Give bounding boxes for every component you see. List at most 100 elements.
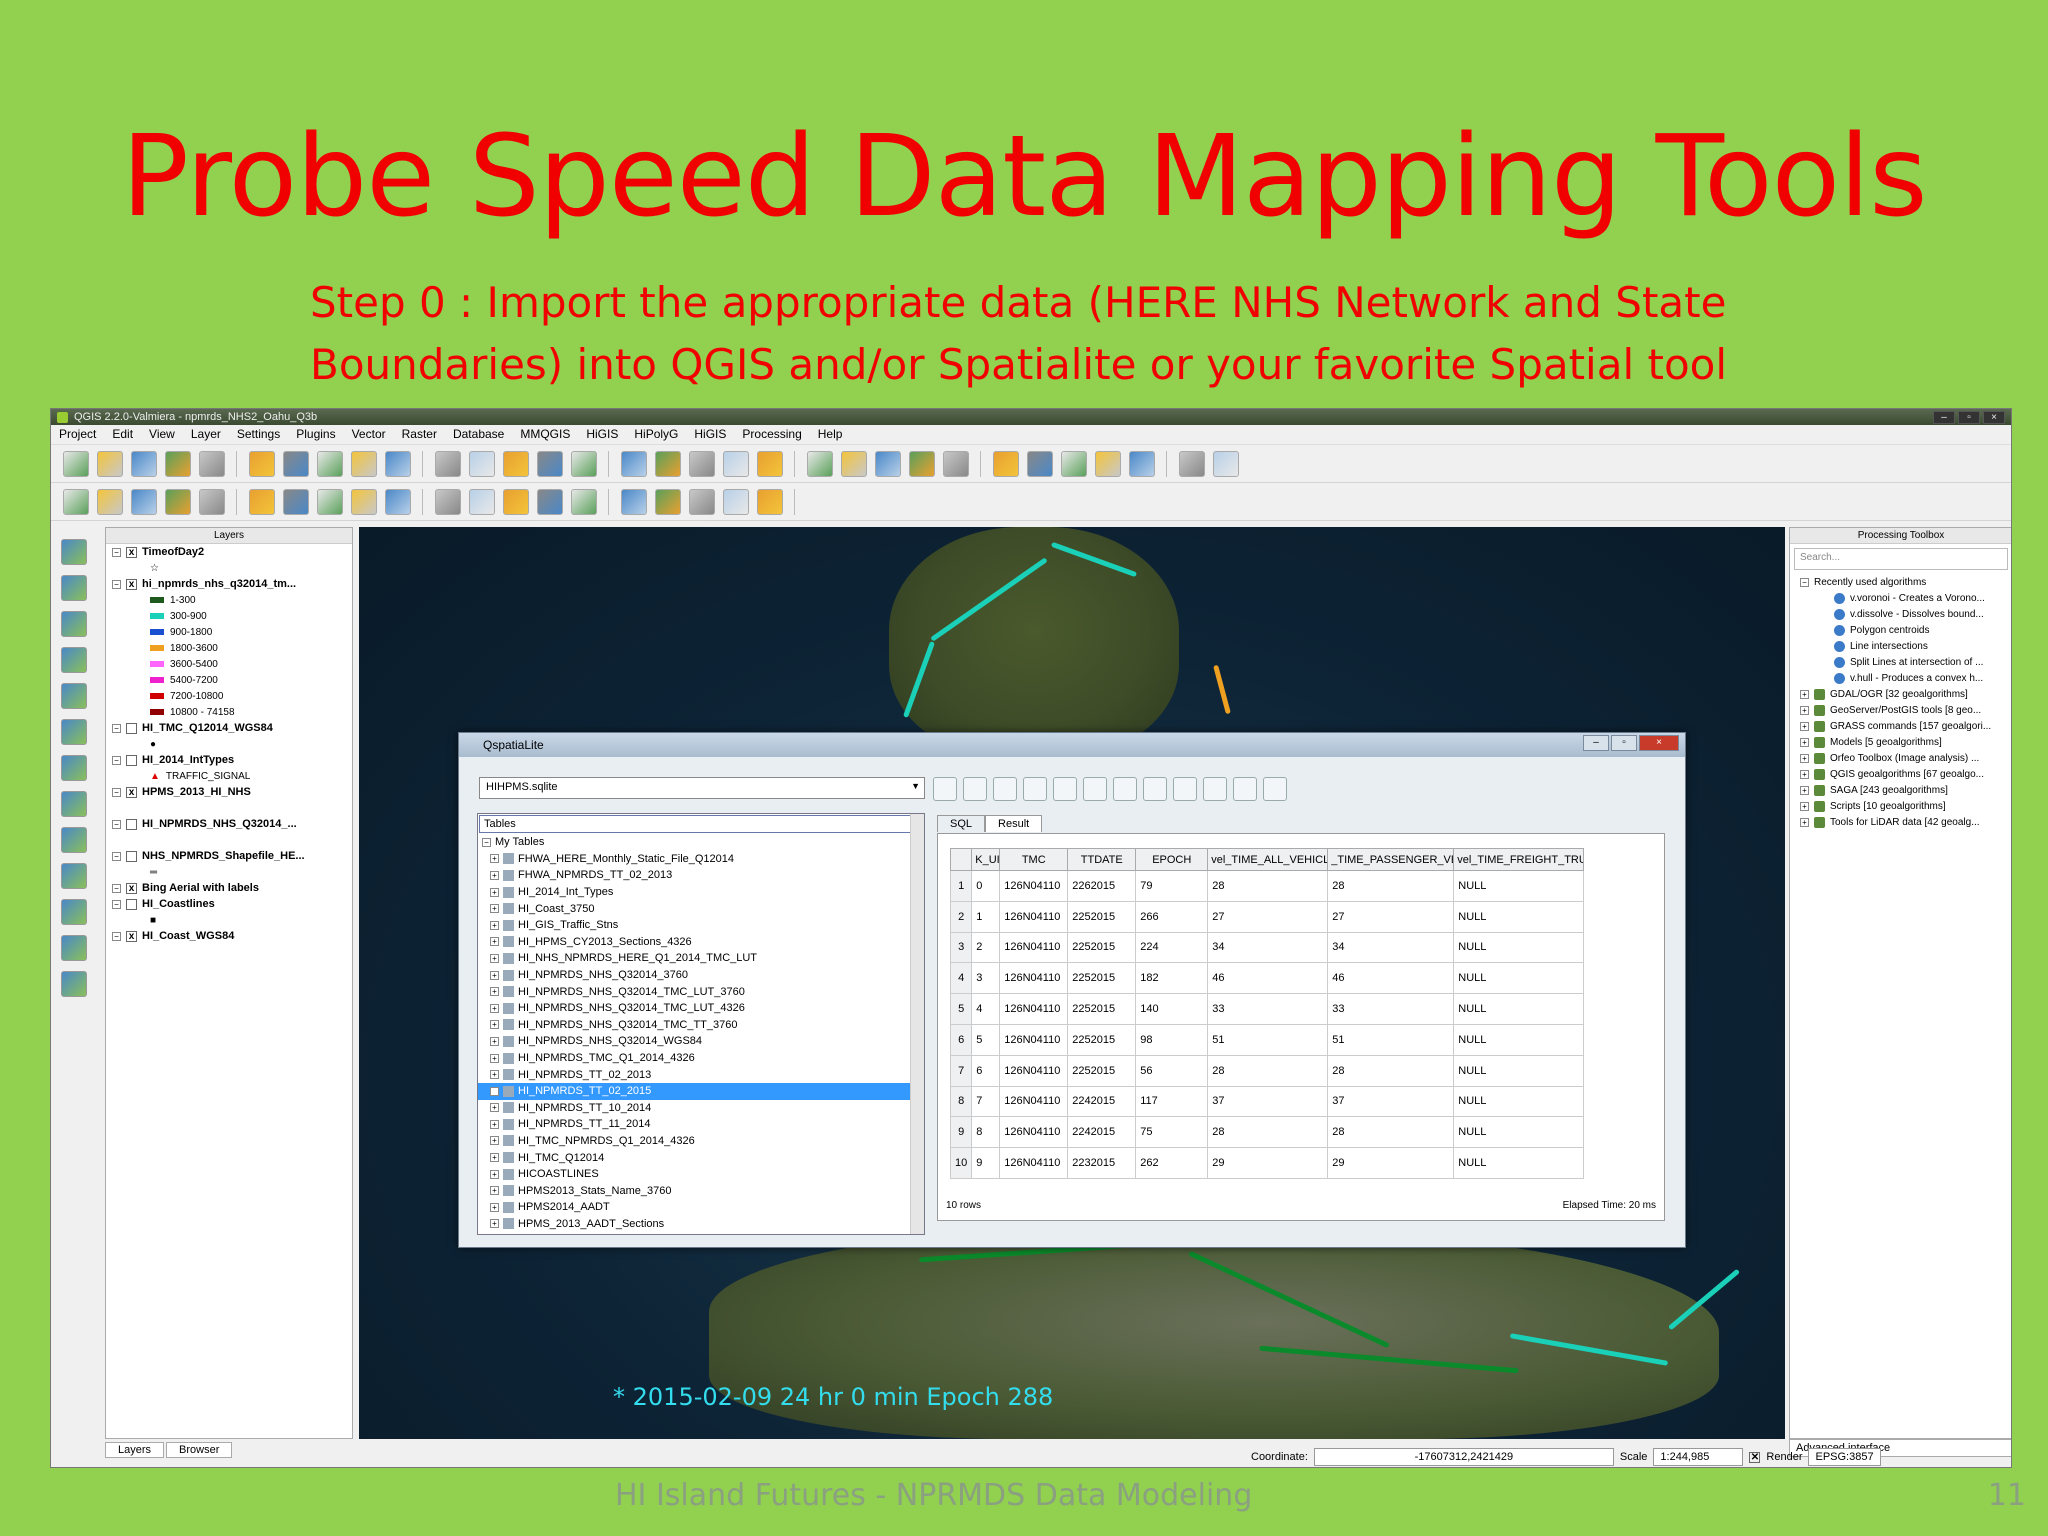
add-layer-icon[interactable] [61, 791, 87, 817]
tool-icon[interactable] [385, 450, 411, 477]
close-button[interactable]: × [1983, 410, 2005, 424]
algorithm-group[interactable]: + GRASS commands [157 geoalgori... [1790, 718, 2011, 734]
add-layer-icon[interactable] [61, 683, 87, 709]
table-row[interactable]: 10 9 126N04110 2232015 262 29 29 NULL [949, 1147, 1585, 1179]
algorithm-item[interactable]: Line intersections [1790, 638, 2011, 654]
dialog-tool-icon[interactable] [1143, 777, 1167, 801]
table-item[interactable]: + HI_NPMRDS_NHS_Q32014_WGS84 [478, 1033, 924, 1050]
expand-icon[interactable]: + [1800, 769, 1809, 779]
expand-icon[interactable]: − [112, 899, 121, 909]
tool-icon[interactable] [469, 488, 495, 515]
algorithm-item[interactable]: Split Lines at intersection of ... [1790, 654, 2011, 670]
dialog-tool-icon[interactable] [1203, 777, 1227, 801]
table-row[interactable]: 8 7 126N04110 2242015 117 37 37 NULL [949, 1085, 1585, 1118]
expand-icon[interactable]: + [1800, 753, 1809, 763]
tool-icon[interactable] [1129, 450, 1155, 477]
tab-result[interactable]: Result [985, 815, 1043, 832]
tool-icon[interactable] [875, 450, 901, 477]
tool-icon[interactable] [757, 450, 783, 477]
menu-item[interactable]: Settings [237, 427, 280, 442]
layer-visibility-checkbox[interactable]: x [126, 882, 137, 894]
expand-icon[interactable]: + [490, 937, 499, 947]
tool-icon[interactable] [199, 450, 225, 477]
expand-icon[interactable]: + [1800, 689, 1809, 699]
expand-icon[interactable]: + [490, 1186, 499, 1196]
table-item[interactable]: + FHWA_NPMRDS_TT_02_2013 [478, 867, 924, 884]
expand-icon[interactable]: + [1800, 737, 1809, 747]
layer-item[interactable]: − x HI_Coast_WGS84 [106, 928, 352, 944]
menu-item[interactable]: View [149, 427, 175, 442]
render-checkbox[interactable]: ✕ [1749, 1451, 1761, 1463]
add-layer-icon[interactable] [61, 611, 87, 637]
expand-icon[interactable]: − [112, 883, 121, 893]
layer-visibility-checkbox[interactable]: x [126, 786, 137, 798]
tables-scrollbar[interactable] [910, 814, 924, 1234]
tool-icon[interactable] [435, 488, 461, 515]
expand-icon[interactable]: − [112, 787, 121, 797]
table-row[interactable]: 3 2 126N04110 2252015 224 34 34 NULL [949, 931, 1585, 964]
tool-icon[interactable] [655, 450, 681, 477]
recent-algorithms-group[interactable]: − Recently used algorithms [1790, 574, 2011, 590]
column-header[interactable]: vel_TIME_FREIGHT_TRUC [1453, 848, 1585, 871]
tool-icon[interactable] [351, 488, 377, 515]
tool-icon[interactable] [723, 450, 749, 477]
layer-item[interactable]: − HI_NPMRDS_NHS_Q32014_... [106, 816, 352, 832]
tool-icon[interactable] [621, 450, 647, 477]
table-item[interactable]: + HPMS2014_AADT [478, 1199, 924, 1216]
expand-icon[interactable]: + [490, 854, 499, 864]
add-layer-icon[interactable] [61, 575, 87, 601]
expand-icon[interactable]: + [490, 1070, 499, 1080]
add-layer-icon[interactable] [61, 719, 87, 745]
tool-icon[interactable] [131, 488, 157, 515]
expand-icon[interactable]: + [490, 953, 499, 963]
table-row[interactable]: 5 4 126N04110 2252015 140 33 33 NULL [949, 993, 1585, 1025]
expand-icon[interactable]: + [1800, 785, 1809, 795]
expand-icon[interactable]: + [490, 904, 499, 914]
tool-icon[interactable] [97, 450, 123, 477]
layer-visibility-checkbox[interactable] [126, 818, 137, 830]
tool-icon[interactable] [317, 450, 343, 477]
column-header[interactable]: EPOCH [1135, 848, 1209, 871]
layer-item[interactable]: − x HPMS_2013_HI_NHS [106, 784, 352, 800]
expand-icon[interactable]: + [490, 1202, 499, 1212]
tool-icon[interactable] [503, 450, 529, 477]
table-item[interactable]: + HI_TMC_Q12014 [478, 1149, 924, 1166]
layer-item[interactable]: − x Bing Aerial with labels [106, 880, 352, 896]
tool-icon[interactable] [165, 450, 191, 477]
table-row[interactable]: 9 8 126N04110 2242015 75 28 28 NULL [949, 1116, 1585, 1149]
expand-icon[interactable]: + [1800, 817, 1809, 827]
algorithm-item[interactable]: v.hull - Produces a convex h... [1790, 670, 2011, 686]
tool-icon[interactable] [97, 488, 123, 515]
table-row[interactable]: 4 3 126N04110 2252015 182 46 46 NULL [949, 962, 1585, 995]
tool-icon[interactable] [1095, 450, 1121, 477]
expand-icon[interactable]: − [112, 723, 121, 733]
minimize-button[interactable]: – [1933, 410, 1955, 424]
table-item[interactable]: + HI_NPMRDS_NHS_Q32014_TMC_LUT_4326 [478, 1000, 924, 1017]
layer-item[interactable]: − x TimeofDay2 [106, 544, 352, 560]
expand-icon[interactable]: − [112, 547, 121, 557]
tool-icon[interactable] [351, 450, 377, 477]
tool-icon[interactable] [63, 450, 89, 477]
coordinate-field[interactable]: -17607312,2421429 [1313, 1448, 1614, 1466]
database-select[interactable]: HIHPMS.sqlite ▼ [479, 777, 925, 799]
expand-icon[interactable]: + [490, 920, 499, 930]
add-layer-icon[interactable] [61, 863, 87, 889]
table-item[interactable]: + HI_NPMRDS_NHS_Q32014_3760 [478, 967, 924, 984]
table-item[interactable]: + HI_NPMRDS_NHS_Q32014_TMC_TT_3760 [478, 1017, 924, 1034]
menu-item[interactable]: Processing [742, 427, 801, 442]
add-layer-icon[interactable] [61, 935, 87, 961]
algorithm-group[interactable]: + Scripts [10 geoalgorithms] [1790, 798, 2011, 814]
dialog-tool-icon[interactable] [933, 777, 957, 801]
algorithm-group[interactable]: + GDAL/OGR [32 geoalgorithms] [1790, 686, 2011, 702]
algorithm-group[interactable]: + SAGA [243 geoalgorithms] [1790, 782, 2011, 798]
menu-item[interactable]: MMQGIS [520, 427, 570, 442]
dialog-tool-icon[interactable] [1023, 777, 1047, 801]
expand-icon[interactable]: + [490, 1003, 499, 1013]
dialog-tool-icon[interactable] [1053, 777, 1077, 801]
tool-icon[interactable] [1179, 450, 1205, 477]
tool-icon[interactable] [283, 488, 309, 515]
table-item[interactable]: + HPMS_2013_AADT_Sections [478, 1216, 924, 1233]
tool-icon[interactable] [385, 488, 411, 515]
menu-item[interactable]: Plugins [296, 427, 335, 442]
menu-item[interactable]: Vector [352, 427, 386, 442]
